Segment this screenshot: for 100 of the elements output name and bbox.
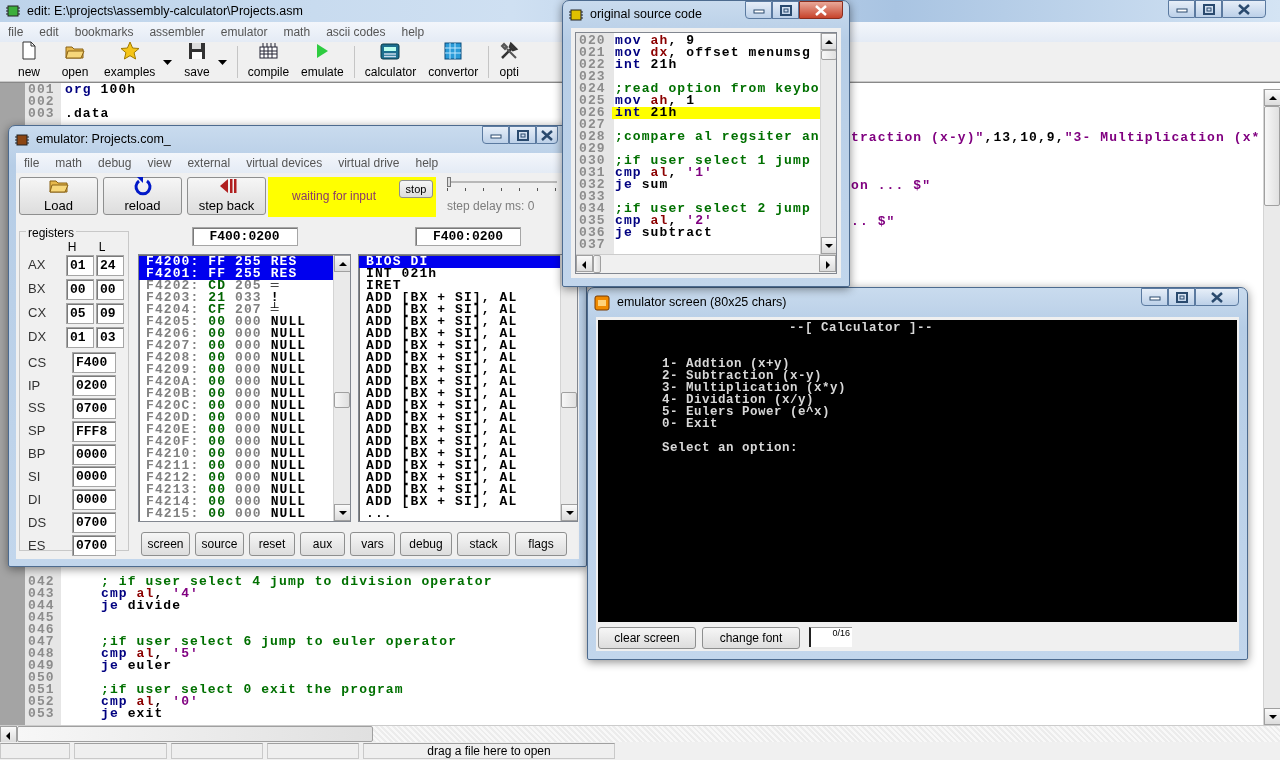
maximize-button[interactable]: [509, 126, 536, 144]
menu-item[interactable]: ascii codes: [318, 23, 394, 41]
register-field[interactable]: 0700: [72, 535, 116, 557]
change-font-button[interactable]: change font: [702, 627, 800, 649]
disassembly-row[interactable]: ADD [BX + SI], AL: [359, 412, 560, 424]
menu-item[interactable]: file: [0, 23, 32, 41]
memory-row[interactable]: F4211: 00 000 NULL: [139, 460, 333, 472]
panel-button[interactable]: screen: [141, 532, 190, 556]
disassembly-row[interactable]: ADD [BX + SI], AL: [359, 400, 560, 412]
scrollbar[interactable]: [333, 255, 350, 521]
memory-row[interactable]: F4210: 00 000 NULL: [139, 448, 333, 460]
panel-button[interactable]: debug: [400, 532, 452, 556]
memory-row[interactable]: F4203: 21 033 !: [139, 292, 333, 304]
close-button[interactable]: [1195, 288, 1239, 306]
menu-item[interactable]: help: [393, 23, 433, 41]
memory-row[interactable]: F4215: 00 000 NULL: [139, 508, 333, 520]
menu-item[interactable]: view: [139, 154, 180, 172]
disassembly-row[interactable]: ADD [BX + SI], AL: [359, 388, 560, 400]
memory-row[interactable]: F4204: CF 207 ╧: [139, 304, 333, 316]
menu-item[interactable]: help: [407, 154, 447, 172]
register-field[interactable]: 01: [66, 326, 94, 348]
disassembly-row[interactable]: ADD [BX + SI], AL: [359, 460, 560, 472]
register-field[interactable]: 09: [96, 302, 124, 324]
minimize-button[interactable]: [1168, 0, 1195, 18]
scrollbar-thumb[interactable]: [334, 392, 350, 408]
disassembly-row[interactable]: ADD [BX + SI], AL: [359, 352, 560, 364]
menu-item[interactable]: virtual devices: [238, 154, 331, 172]
panel-button[interactable]: reset: [249, 532, 295, 556]
register-field[interactable]: FFF8: [72, 420, 116, 442]
menu-item[interactable]: external: [179, 154, 239, 172]
memory-row[interactable]: F4206: 00 000 NULL: [139, 328, 333, 340]
toolbar-button[interactable]: new: [6, 43, 52, 81]
scrollbar[interactable]: [576, 254, 836, 273]
toolbar-button[interactable]: compile: [241, 43, 296, 81]
register-field[interactable]: 00: [66, 278, 94, 300]
scrollbar-thumb[interactable]: [1264, 106, 1280, 206]
toolbar-button[interactable]: convertor: [422, 43, 485, 81]
memory-row[interactable]: F420E: 00 000 NULL: [139, 424, 333, 436]
memory-row[interactable]: F4213: 00 000 NULL: [139, 484, 333, 496]
toolbar-button[interactable]: save: [178, 43, 233, 81]
panel-button[interactable]: aux: [300, 532, 345, 556]
menu-item[interactable]: edit: [31, 23, 67, 41]
disassembly-row[interactable]: ADD [BX + SI], AL: [359, 328, 560, 340]
toolbar-button[interactable]: Load: [19, 177, 98, 215]
memory-row[interactable]: F4209: 00 000 NULL: [139, 364, 333, 376]
slider-thumb[interactable]: [447, 177, 451, 187]
disassembly-row[interactable]: ADD [BX + SI], AL: [359, 472, 560, 484]
memory-row[interactable]: F4208: 00 000 NULL: [139, 352, 333, 364]
minimize-button[interactable]: [1141, 288, 1168, 306]
scrollbar-thumb[interactable]: [820, 50, 836, 60]
scrollbar-thumb[interactable]: [593, 255, 601, 273]
disassembly-row[interactable]: ADD [BX + SI], AL: [359, 340, 560, 352]
toolbar-button[interactable]: step back: [187, 177, 266, 215]
toolbar-button[interactable]: open: [52, 43, 98, 81]
address-field[interactable]: F400:0200: [415, 227, 521, 246]
memory-row[interactable]: F4205: 00 000 NULL: [139, 316, 333, 328]
register-field[interactable]: 24: [96, 254, 124, 276]
scrollbar-thumb[interactable]: [17, 726, 373, 742]
disassembly-row[interactable]: IRET: [359, 280, 560, 292]
scrollbar[interactable]: [1263, 89, 1280, 725]
register-field[interactable]: 0700: [72, 512, 116, 534]
toolbar-button[interactable]: emulate: [295, 43, 350, 81]
register-field[interactable]: 0000: [72, 466, 116, 488]
menu-item[interactable]: math: [275, 23, 319, 41]
disassembly-row[interactable]: ADD [BX + SI], AL: [359, 436, 560, 448]
close-button[interactable]: [536, 126, 558, 144]
disassembly-row[interactable]: ADD [BX + SI], AL: [359, 496, 560, 508]
disassembly-row[interactable]: INT 021h: [359, 268, 560, 280]
stop-button[interactable]: stop: [399, 180, 433, 198]
memory-row[interactable]: F4202: CD 205 ═: [139, 280, 333, 292]
register-field[interactable]: F400: [72, 351, 116, 373]
menu-item[interactable]: file: [16, 154, 48, 172]
maximize-button[interactable]: [772, 1, 799, 19]
toolbar-button[interactable]: reload: [103, 177, 182, 215]
memory-row[interactable]: F420B: 00 000 NULL: [139, 388, 333, 400]
memory-row[interactable]: F4212: 00 000 NULL: [139, 472, 333, 484]
clear-screen-button[interactable]: clear screen: [598, 627, 696, 649]
disassembly-row[interactable]: ADD [BX + SI], AL: [359, 316, 560, 328]
memory-row[interactable]: F4200: FF 255 RES: [139, 256, 333, 268]
disassembly-row[interactable]: ...: [359, 508, 560, 520]
register-field[interactable]: 03: [96, 326, 124, 348]
panel-button[interactable]: flags: [515, 532, 567, 556]
close-button[interactable]: [1222, 0, 1266, 18]
memory-row[interactable]: F420C: 00 000 NULL: [139, 400, 333, 412]
disassembly-row[interactable]: ADD [BX + SI], AL: [359, 484, 560, 496]
disassembly-row[interactable]: BIOS DI: [359, 256, 560, 268]
menu-item[interactable]: debug: [90, 154, 140, 172]
scrollbar-thumb[interactable]: [561, 392, 577, 408]
menu-item[interactable]: assembler: [141, 23, 213, 41]
memory-row[interactable]: F4207: 00 000 NULL: [139, 340, 333, 352]
toolbar-button[interactable]: calculator: [358, 43, 423, 81]
panel-button[interactable]: vars: [350, 532, 395, 556]
panel-button[interactable]: stack: [457, 532, 510, 556]
options-button[interactable]: opti: [493, 43, 520, 81]
menu-item[interactable]: bookmarks: [66, 23, 142, 41]
disassembly-row[interactable]: ADD [BX + SI], AL: [359, 424, 560, 436]
minimize-button[interactable]: [482, 126, 509, 144]
maximize-button[interactable]: [1168, 288, 1195, 306]
memory-row[interactable]: F420D: 00 000 NULL: [139, 412, 333, 424]
register-field[interactable]: 0700: [72, 397, 116, 419]
